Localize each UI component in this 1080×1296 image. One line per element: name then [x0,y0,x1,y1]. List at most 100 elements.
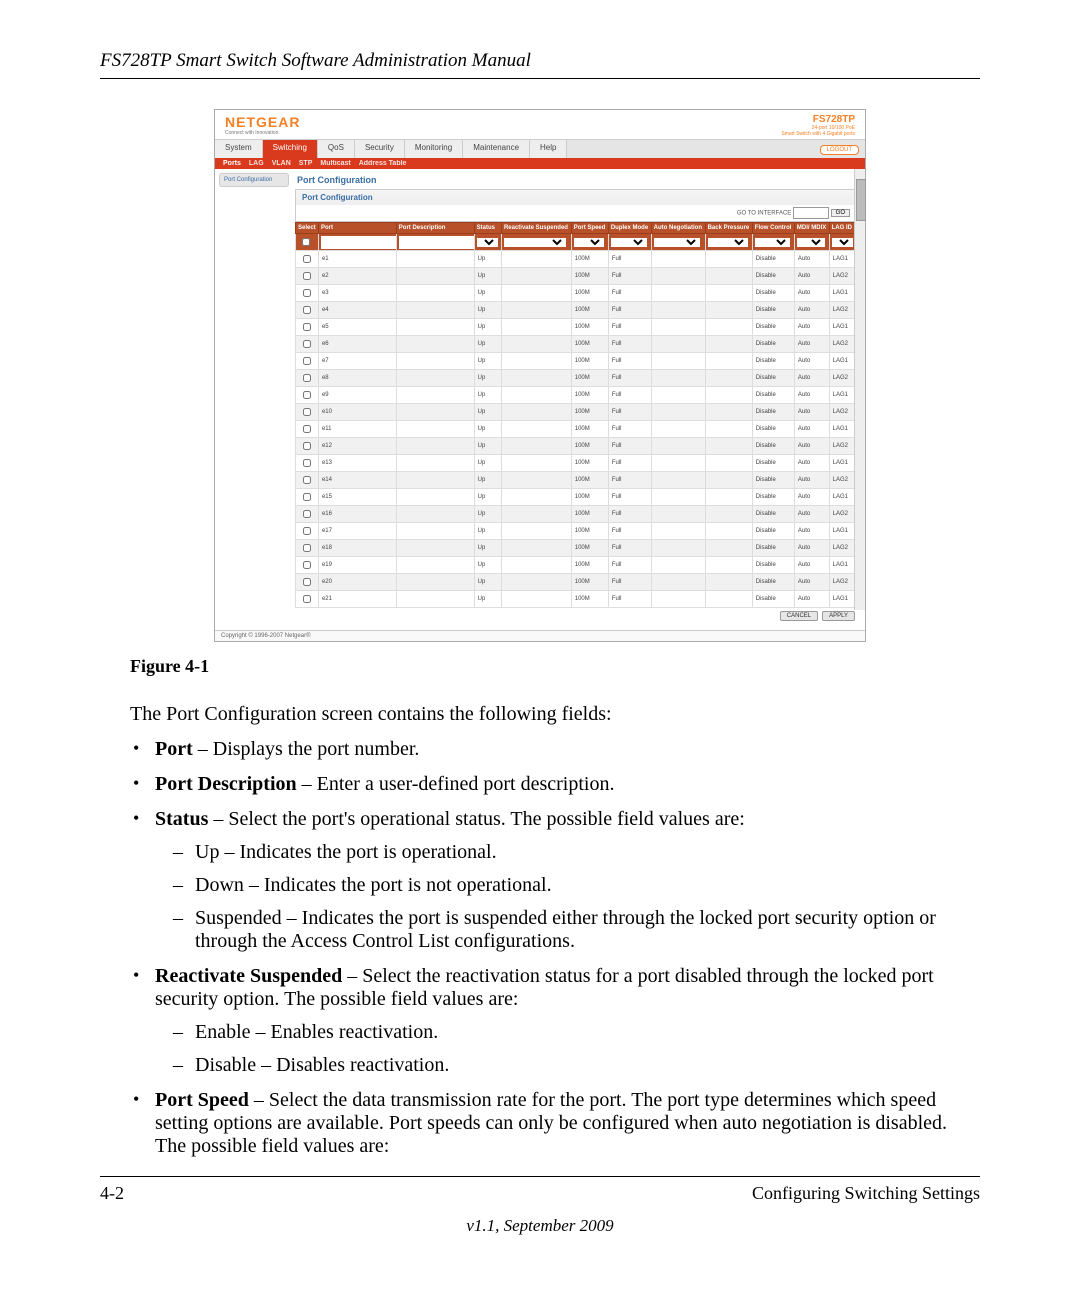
goto-label: GO TO INTERFACE [737,211,791,217]
filter-select[interactable] [574,238,604,247]
table-row: e5Up100MFullDisableAutoLAG1 [296,319,857,336]
intro-paragraph: The Port Configuration screen contains t… [130,701,980,728]
port-config-table: SelectPortPort DescriptionStatusReactiva… [295,222,857,608]
field-item: Port Speed – Select the data transmissio… [155,1089,980,1158]
row-select-checkbox[interactable] [303,374,311,382]
goto-button[interactable]: GO [831,209,850,217]
row-select-checkbox[interactable] [303,323,311,331]
select-all-checkbox[interactable] [302,238,310,246]
filter-select[interactable] [611,238,647,247]
subtab-lag[interactable]: LAG [249,160,264,167]
row-select-checkbox[interactable] [303,289,311,297]
subtab-address-table[interactable]: Address Table [359,160,407,167]
tab-maintenance[interactable]: Maintenance [463,140,530,158]
cancel-button[interactable]: CANCEL [780,611,818,621]
tab-qos[interactable]: QoS [318,140,355,158]
subtab-vlan[interactable]: VLAN [272,160,291,167]
tab-monitoring[interactable]: Monitoring [405,140,463,158]
main-tabbar: SystemSwitchingQoSSecurityMonitoringMain… [215,139,865,158]
table-row: e12Up100MFullDisableAutoLAG2 [296,438,857,455]
row-select-checkbox[interactable] [303,425,311,433]
table-row: e3Up100MFullDisableAutoLAG1 [296,285,857,302]
row-select-checkbox[interactable] [303,255,311,263]
col-select: Select [296,223,319,234]
field-subitem: Suspended – Indicates the port is suspen… [195,907,980,953]
col-mdi-mdix: MDI/ MDIX [794,223,829,234]
table-row: e11Up100MFullDisableAutoLAG1 [296,421,857,438]
row-select-checkbox[interactable] [303,493,311,501]
row-select-checkbox[interactable] [303,272,311,280]
apply-button[interactable]: APPLY [822,611,855,621]
row-select-checkbox[interactable] [303,544,311,552]
product-model: FS728TP [813,114,855,125]
row-select-checkbox[interactable] [303,459,311,467]
app-header: NETGEAR Connect with Innovation FS728TP … [215,110,865,139]
field-item: Port – Displays the port number. [155,738,980,761]
col-duplex-mode: Duplex Mode [608,223,651,234]
field-subitem: Disable – Disables reactivation. [195,1054,980,1077]
main-panel: Port Configuration Port Configuration GO… [293,169,865,630]
table-row: e18Up100MFullDisableAutoLAG2 [296,540,857,557]
tab-system[interactable]: System [215,140,263,158]
filter-select[interactable] [504,238,566,247]
filter-select[interactable] [654,238,700,247]
tab-security[interactable]: Security [355,140,405,158]
row-select-checkbox[interactable] [303,306,311,314]
table-row: e20Up100MFullDisableAutoLAG2 [296,574,857,591]
col-port-description: Port Description [396,223,474,234]
row-select-checkbox[interactable] [303,391,311,399]
manual-header: FS728TP Smart Switch Software Administra… [100,50,980,79]
vertical-scrollbar[interactable] [854,169,865,610]
row-select-checkbox[interactable] [303,510,311,518]
row-select-checkbox[interactable] [303,340,311,348]
table-row: e13Up100MFullDisableAutoLAG1 [296,455,857,472]
table-row: e4Up100MFullDisableAutoLAG2 [296,302,857,319]
goto-interface-input[interactable] [793,207,829,219]
field-definition-list: Port – Displays the port number. Port Des… [100,738,980,1158]
row-select-checkbox[interactable] [303,595,311,603]
field-subitem: Down – Indicates the port is not operati… [195,874,980,897]
filter-input[interactable] [399,236,474,249]
goto-interface-row: GO TO INTERFACE GO [295,205,857,222]
field-item: Reactivate Suspended – Select the reacti… [155,965,980,1077]
field-subitem: Up – Indicates the port is operational. [195,841,980,864]
table-row: e6Up100MFullDisableAutoLAG2 [296,336,857,353]
filter-select[interactable] [708,238,748,247]
col-auto-negotiation: Auto Negotiation [651,223,705,234]
figure-caption: Figure 4-1 [130,656,980,677]
tab-switching[interactable]: Switching [263,140,318,158]
field-item: Port Description – Enter a user-defined … [155,773,980,796]
row-select-checkbox[interactable] [303,442,311,450]
row-select-checkbox[interactable] [303,408,311,416]
table-row: e21Up100MFullDisableAutoLAG1 [296,591,857,608]
col-lag-id: LAG ID [829,223,856,234]
filter-select[interactable] [755,238,790,247]
table-row: e16Up100MFullDisableAutoLAG2 [296,506,857,523]
row-select-checkbox[interactable] [303,357,311,365]
filter-select[interactable] [477,238,498,247]
filter-input[interactable] [321,236,396,249]
table-row: e8Up100MFullDisableAutoLAG2 [296,370,857,387]
row-select-checkbox[interactable] [303,561,311,569]
field-item: Status – Select the port's operational s… [155,808,980,953]
col-port-speed: Port Speed [571,223,608,234]
subtab-stp[interactable]: STP [299,160,313,167]
filter-select[interactable] [832,238,853,247]
row-select-checkbox[interactable] [303,527,311,535]
page-footer: 4-2 Configuring Switching Settings [100,1176,980,1204]
subtab-multicast[interactable]: Multicast [320,160,350,167]
figure-screenshot: NETGEAR Connect with Innovation FS728TP … [214,109,866,642]
field-subitem: Enable – Enables reactivation. [195,1021,980,1044]
netgear-logo: NETGEAR [225,114,300,130]
brand-tagline: Connect with Innovation [225,130,300,136]
tab-help[interactable]: Help [530,140,567,158]
sidebar-item-port-config[interactable]: Port Configuration [219,173,289,187]
row-select-checkbox[interactable] [303,578,311,586]
table-row: e7Up100MFullDisableAutoLAG1 [296,353,857,370]
row-select-checkbox[interactable] [303,476,311,484]
table-row: e17Up100MFullDisableAutoLAG1 [296,523,857,540]
subtab-ports[interactable]: Ports [223,160,241,167]
filter-select[interactable] [797,238,825,247]
table-row: e2Up100MFullDisableAutoLAG2 [296,268,857,285]
logout-button[interactable]: LOGOUT [820,145,859,155]
